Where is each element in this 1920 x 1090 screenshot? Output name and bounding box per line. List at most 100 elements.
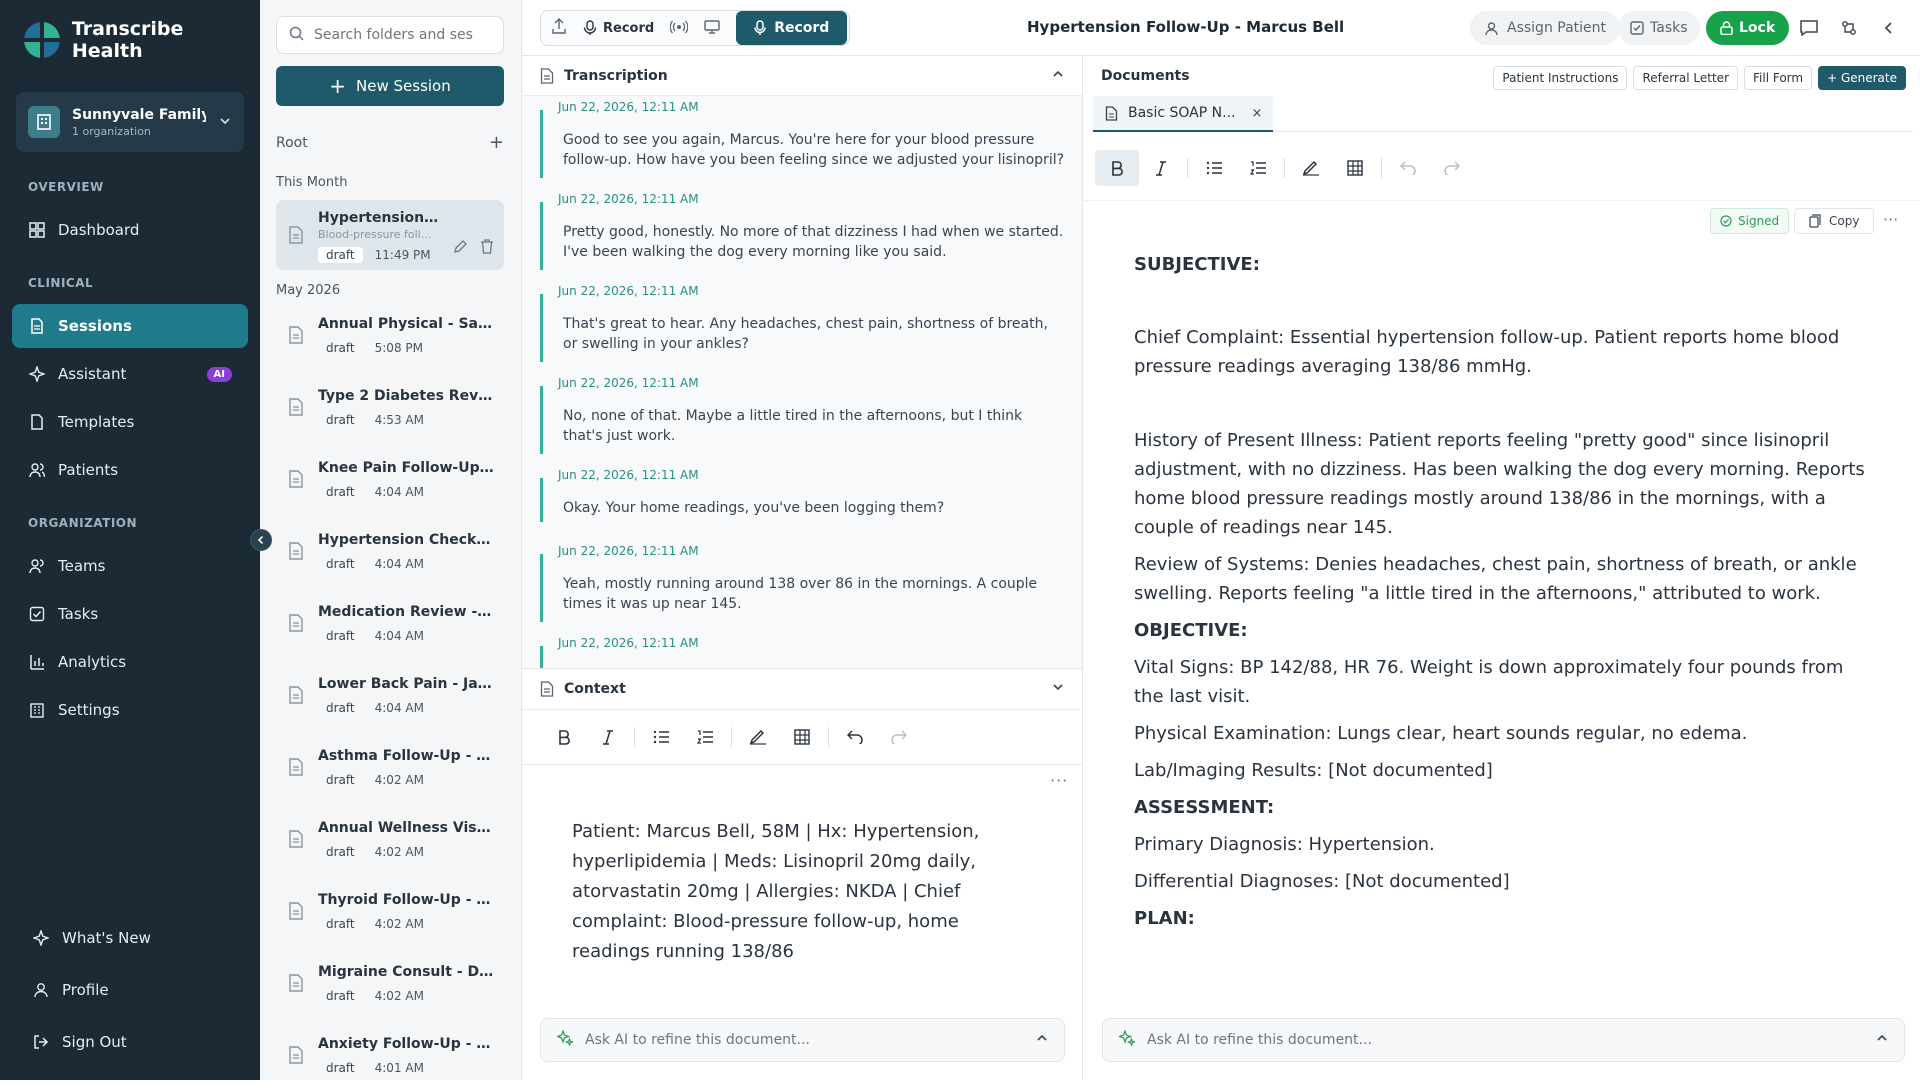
sidebar-item-label: Teams (58, 557, 106, 575)
transcription-header[interactable]: Transcription (522, 56, 1082, 96)
status-badge: draft (326, 845, 355, 859)
lab-imaging-results: Lab/Imaging Results: [Not documented] (1134, 760, 1493, 781)
numbered-list-icon[interactable] (683, 719, 727, 755)
fill-form-button[interactable]: Fill Form (1744, 66, 1813, 90)
collapse-sidebar-button[interactable] (250, 529, 272, 551)
table-icon[interactable] (1333, 150, 1377, 186)
session-item[interactable]: Migraine Consult - Daniel... draft 4:02 AM (276, 948, 504, 1018)
sidebar-item-teams[interactable]: Teams (12, 544, 248, 588)
sidebar-item-tasks[interactable]: Tasks (12, 592, 248, 636)
organization-switcher[interactable]: Sunnyvale Family C... 1 organization (16, 92, 244, 152)
trash-icon[interactable] (480, 238, 494, 258)
referral-letter-button[interactable]: Referral Letter (1633, 66, 1738, 90)
new-session-button[interactable]: + New Session (276, 66, 504, 106)
session-item[interactable]: Medication Review - Lind... draft 4:04 AM (276, 588, 504, 658)
chevron-up-icon[interactable] (1052, 68, 1064, 84)
transcript-utterance: Jun 22, 2026, 12:11 AM Okay. Your home re… (540, 468, 1065, 522)
root-folder-row[interactable]: Root + (276, 132, 504, 153)
status-badge: draft (326, 557, 355, 571)
table-icon[interactable] (780, 719, 824, 755)
add-folder-icon[interactable]: + (489, 132, 504, 153)
context-text[interactable]: Patient: Marcus Bell, 58M | Hx: Hyperten… (572, 817, 1042, 967)
session-item[interactable]: Hypertension Check - Da... draft 4:04 AM (276, 516, 504, 586)
bold-icon[interactable] (542, 719, 586, 755)
plus-icon: + (329, 74, 347, 98)
session-item[interactable]: Annual Wellness Visit - G... draft 4:02 AM (276, 804, 504, 874)
sidebar-item-assistant[interactable]: Assistant AI (12, 352, 248, 396)
chevron-left-icon[interactable] (1878, 17, 1900, 39)
sidebar-item-sessions[interactable]: Sessions (12, 304, 248, 348)
redo-icon[interactable] (1430, 150, 1474, 186)
session-time: 4:04 AM (374, 485, 424, 499)
tasks-button[interactable]: Tasks (1618, 11, 1700, 45)
chevron-left-icon (257, 535, 264, 545)
highlighter-icon[interactable] (736, 719, 780, 755)
session-item[interactable]: Knee Pain Follow-Up - M... draft 4:04 AM (276, 444, 504, 514)
sidebar-item-patients[interactable]: Patients (12, 448, 248, 492)
session-item[interactable]: Lower Back Pain - Jame... draft 4:04 AM (276, 660, 504, 730)
edit-icon[interactable] (453, 239, 468, 258)
ask-ai-document-input[interactable]: Ask AI to refine this document... (1102, 1018, 1905, 1062)
chevron-up-icon[interactable] (1876, 1032, 1888, 1048)
transcript-utterance: Jun 22, 2026, 12:11 AM (540, 636, 1065, 668)
transcription-title: Transcription (564, 67, 668, 84)
checkbox-icon (28, 605, 46, 623)
chevron-up-icon[interactable] (1036, 1032, 1048, 1048)
more-options-icon[interactable]: ··· (1883, 210, 1898, 229)
assign-patient-button[interactable]: Assign Patient (1470, 11, 1621, 45)
more-options-icon[interactable]: ··· (1050, 771, 1068, 790)
sidebar-item-whats-new[interactable]: What's New (16, 916, 252, 960)
redo-icon[interactable] (877, 719, 921, 755)
toolbar-divider (1187, 158, 1188, 178)
session-item[interactable]: Asthma Follow-Up - Aish... draft 4:02 AM (276, 732, 504, 802)
italic-icon[interactable] (586, 719, 630, 755)
document-icon (288, 830, 306, 848)
sidebar-item-analytics[interactable]: Analytics (12, 640, 248, 684)
numbered-list-icon[interactable] (1236, 150, 1280, 186)
sidebar-item-dashboard[interactable]: Dashboard (12, 208, 248, 252)
bullet-list-icon[interactable] (1192, 150, 1236, 186)
assign-patient-label: Assign Patient (1507, 20, 1607, 36)
lock-button[interactable]: Lock (1706, 11, 1790, 45)
bold-icon[interactable] (1095, 150, 1139, 186)
ask-ai-input[interactable]: Ask AI to refine this document... (540, 1018, 1065, 1062)
undo-icon[interactable] (833, 719, 877, 755)
chevron-down-icon[interactable] (1052, 681, 1064, 697)
highlighter-icon[interactable] (1289, 150, 1333, 186)
soap-note[interactable]: SUBJECTIVE: Chief Complaint: Essential h… (1134, 250, 1874, 933)
monitor-icon[interactable] (704, 19, 720, 38)
sign-out-button[interactable]: Sign Out (16, 1020, 252, 1064)
sidebar-item-label: Profile (62, 981, 109, 999)
compare-icon[interactable] (1838, 17, 1860, 39)
upload-icon[interactable] (551, 18, 567, 38)
sidebar: Transcribe Health Sunnyvale Family C... … (0, 0, 260, 1080)
session-item[interactable]: Type 2 Diabetes Review ... draft 4:53 AM (276, 372, 504, 442)
context-header[interactable]: Context (522, 669, 1082, 709)
team-icon (28, 557, 46, 575)
close-icon[interactable]: × (1251, 106, 1262, 121)
tab-basic-soap-note[interactable]: Basic SOAP N... × (1093, 96, 1273, 132)
search-box[interactable] (276, 16, 504, 54)
italic-icon[interactable] (1139, 150, 1183, 186)
brand[interactable]: Transcribe Health (24, 18, 260, 62)
document-icon (288, 398, 306, 416)
generate-button[interactable]: + Generate (1818, 66, 1906, 90)
record-audio-button[interactable]: Record (583, 20, 654, 36)
patient-instructions-button[interactable]: Patient Instructions (1493, 66, 1628, 90)
sidebar-item-templates[interactable]: Templates (12, 400, 248, 444)
sidebar-item-settings[interactable]: Settings (12, 688, 248, 732)
users-icon (28, 461, 46, 479)
bullet-list-icon[interactable] (639, 719, 683, 755)
undo-icon[interactable] (1386, 150, 1430, 186)
search-input[interactable] (314, 27, 474, 43)
session-item[interactable]: Thyroid Follow-Up - Emil... draft 4:02 AM (276, 876, 504, 946)
copy-button[interactable]: Copy (1794, 208, 1875, 234)
documents-title: Documents (1101, 68, 1190, 84)
session-item-active[interactable]: Hypertension F... Blood-pressure foll...… (276, 200, 504, 270)
utterance-timestamp: Jun 22, 2026, 12:11 AM (558, 544, 699, 558)
record-button[interactable]: Record (736, 11, 848, 45)
session-item[interactable]: Annual Physical - Sarah C... draft 5:08 PM (276, 300, 504, 370)
sidebar-item-profile[interactable]: Profile (16, 968, 252, 1012)
broadcast-icon[interactable] (669, 19, 689, 38)
chat-icon[interactable] (1798, 17, 1820, 39)
